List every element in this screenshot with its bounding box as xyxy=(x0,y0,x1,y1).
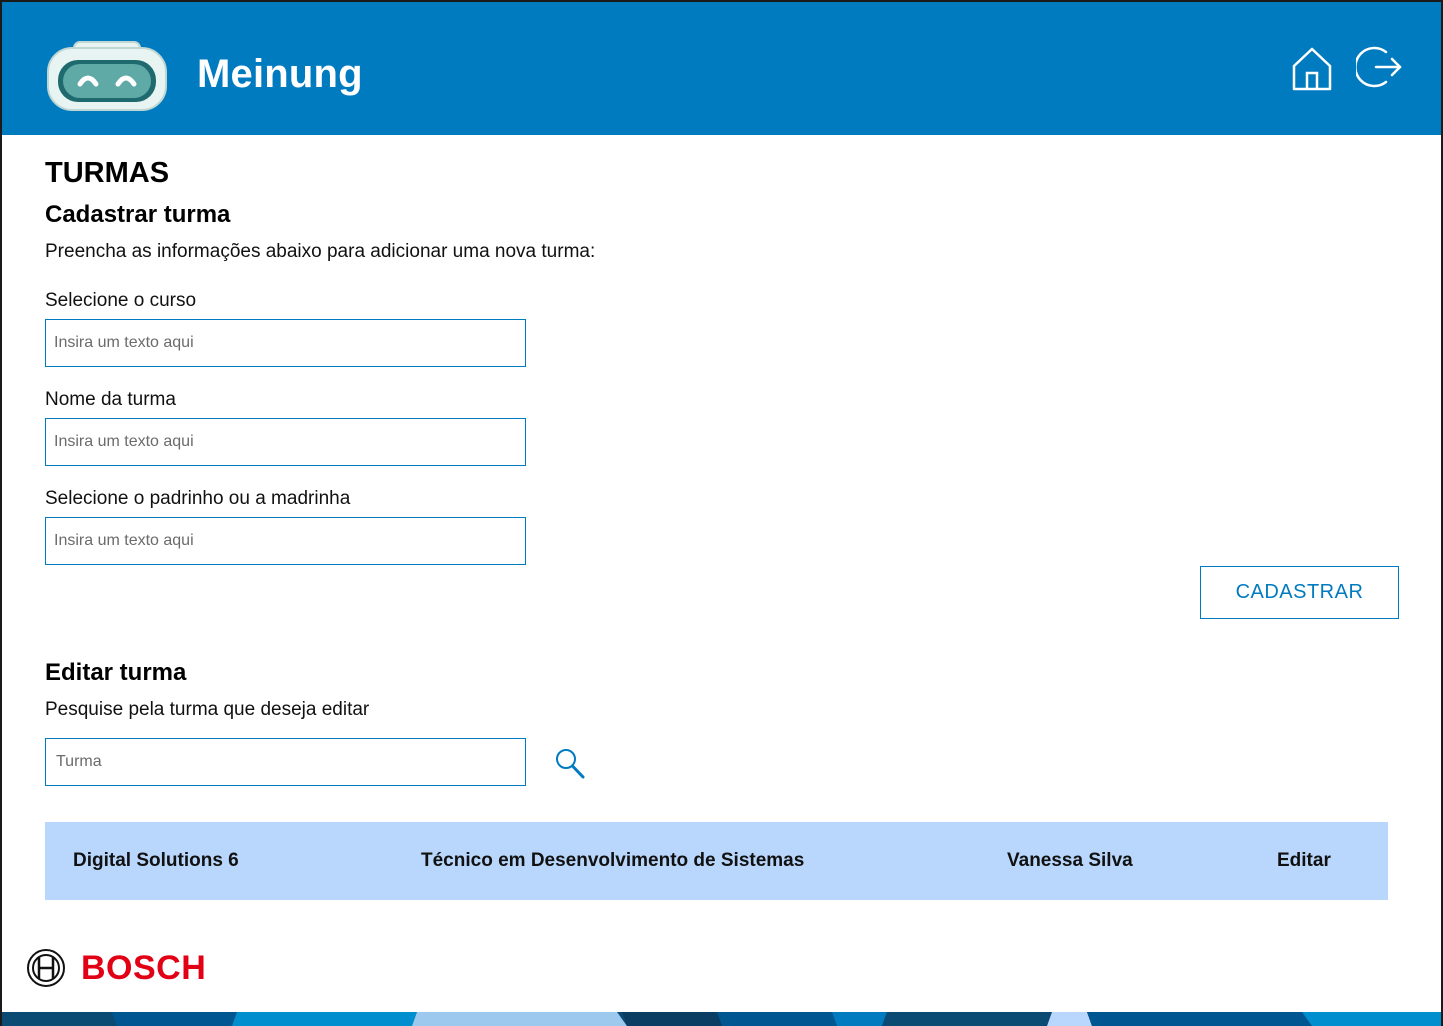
table-row: Digital Solutions 6 Técnico em Desenvolv… xyxy=(45,822,1388,900)
row-class-name: Digital Solutions 6 xyxy=(73,850,239,871)
bosch-logo-text: BOSCH xyxy=(81,949,207,987)
register-section-title: Cadastrar turma xyxy=(45,201,231,228)
logout-icon[interactable] xyxy=(1356,44,1402,90)
sponsor-label: Selecione o padrinho ou a madrinha xyxy=(45,488,351,509)
register-button[interactable]: CADASTRAR xyxy=(1200,566,1399,619)
decorative-footer-stripe xyxy=(2,1012,1441,1026)
row-course: Técnico em Desenvolvimento de Sistemas xyxy=(421,850,805,871)
edit-link[interactable]: Editar xyxy=(1277,850,1331,872)
search-icon[interactable] xyxy=(554,747,586,781)
class-name-field[interactable] xyxy=(45,418,526,466)
edit-section-title: Editar turma xyxy=(45,659,187,686)
course-label: Selecione o curso xyxy=(45,290,197,311)
home-icon[interactable] xyxy=(1291,46,1333,92)
app-title: Meinung xyxy=(197,52,363,96)
register-description: Preencha as informações abaixo para adic… xyxy=(45,241,596,262)
course-field[interactable] xyxy=(45,319,526,367)
robot-logo-icon xyxy=(47,41,167,111)
class-search-input[interactable] xyxy=(45,738,526,786)
class-name-label: Nome da turma xyxy=(45,389,176,410)
row-sponsor: Vanessa Silva xyxy=(1007,850,1133,871)
edit-description: Pesquise pela turma que deseja editar xyxy=(45,699,370,720)
bosch-logo-icon xyxy=(27,949,65,987)
app-header: Meinung xyxy=(2,2,1441,135)
page-title: TURMAS xyxy=(45,157,170,189)
sponsor-field[interactable] xyxy=(45,517,526,565)
